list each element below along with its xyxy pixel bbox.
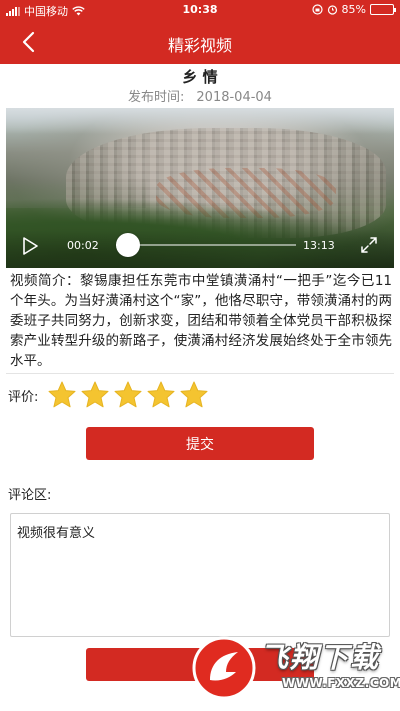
fullscreen-button[interactable]	[360, 236, 378, 254]
rating-submit-button[interactable]: 提交	[86, 427, 314, 460]
video-total-time: 13:13	[303, 239, 335, 252]
star-icon[interactable]	[80, 380, 110, 410]
battery-percent: 85%	[341, 3, 366, 16]
status-bar: 中国移动 10:38 85%	[0, 0, 400, 20]
video-progress-track[interactable]	[116, 244, 296, 246]
video-controls	[6, 230, 394, 268]
status-right: 85%	[311, 3, 396, 16]
lock-rotation-icon	[311, 4, 323, 15]
video-player[interactable]: 00:02 13:13	[6, 108, 394, 268]
alarm-icon	[327, 5, 337, 15]
comment-input[interactable]: 视频很有意义	[10, 513, 390, 637]
star-icon[interactable]	[47, 380, 77, 410]
star-icon[interactable]	[179, 380, 209, 410]
page-title: 精彩视频	[167, 36, 232, 55]
publish-date: 2018-04-04	[196, 90, 272, 105]
star-icon[interactable]	[146, 380, 176, 410]
video-current-time: 00:02	[67, 239, 99, 252]
divider	[6, 373, 394, 374]
star-rating[interactable]	[47, 380, 209, 410]
play-button[interactable]	[22, 236, 40, 256]
article-title: 乡 情	[182, 68, 218, 86]
nav-bar: 精彩视频	[0, 20, 400, 64]
comment-submit-button[interactable]	[86, 648, 314, 681]
publish-label: 发布时间:	[128, 90, 185, 105]
rating-label: 评价:	[8, 390, 39, 405]
comment-label: 评论区:	[8, 488, 52, 503]
battery-icon	[370, 4, 396, 15]
publish-time: 发布时间: 2018-04-04	[0, 86, 400, 105]
star-icon[interactable]	[113, 380, 143, 410]
video-description: 视频简介：黎锡康担任东莞市中堂镇潢涌村“一把手”迄今已11个年头。为当好潢涌村这…	[10, 273, 392, 369]
